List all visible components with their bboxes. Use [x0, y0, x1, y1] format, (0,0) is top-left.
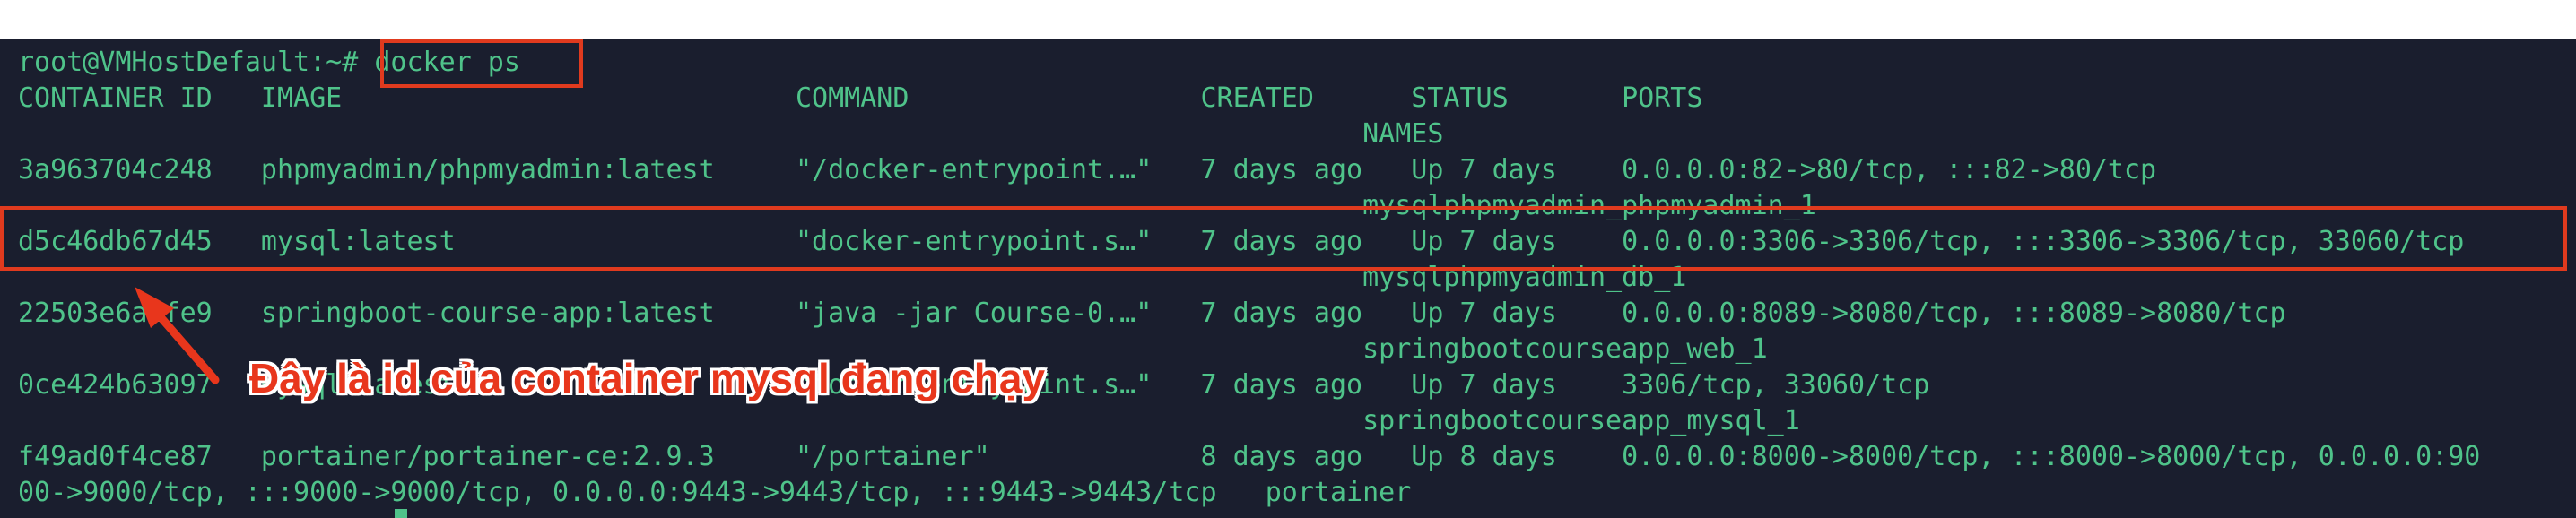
table-header-names: NAMES	[18, 118, 1444, 150]
terminal-window[interactable]: root@VMHostDefault:~# docker ps CONTAINE…	[0, 39, 2576, 518]
terminal-command-line: root@VMHostDefault:~# docker ps	[18, 47, 520, 78]
table-header: CONTAINER ID IMAGE COMMAND CREATED STATU…	[18, 82, 1703, 114]
table-row: 22503e6a1fe9 springboot-course-app:lates…	[18, 298, 2286, 329]
terminal-cursor	[395, 509, 407, 518]
screenshot: root@VMHostDefault:~# docker ps CONTAINE…	[0, 0, 2576, 518]
table-row: d5c46db67d45 mysql:latest "docker-entryp…	[18, 226, 2465, 257]
table-row-names: mysqlphpmyadmin_db_1	[18, 262, 1687, 293]
table-row: f49ad0f4ce87 portainer/portainer-ce:2.9.…	[18, 441, 2481, 472]
table-row-wrapped: 00->9000/tcp, :::9000->9000/tcp, 0.0.0.0…	[18, 477, 1412, 508]
table-row: 3a963704c248 phpmyadmin/phpmyadmin:lates…	[18, 154, 2157, 186]
table-row-names: springbootcourseapp_mysql_1	[18, 405, 1800, 436]
table-row-names: mysqlphpmyadmin_phpmyadmin_1	[18, 190, 1816, 221]
annotation-label: Đây là id của container mysql đang chạy	[249, 355, 1046, 401]
